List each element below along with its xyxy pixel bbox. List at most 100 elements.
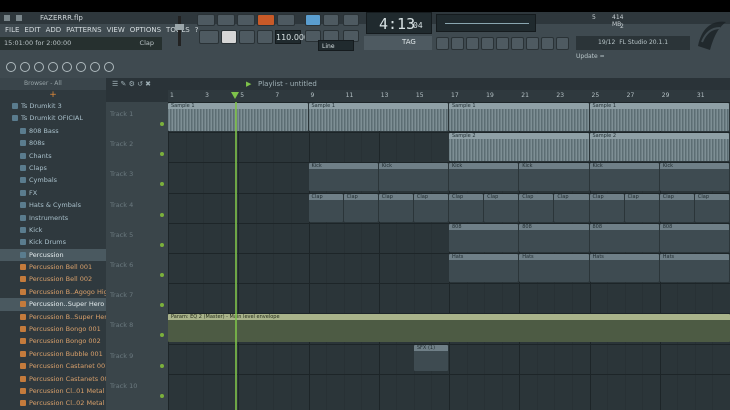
wait-record-button[interactable] <box>257 14 275 26</box>
step-edit-button[interactable] <box>323 14 339 26</box>
pattern-song-toggle[interactable] <box>197 14 215 26</box>
audio-clip[interactable]: Sample 2 <box>449 133 589 162</box>
browser-item[interactable]: Percussion B..Agogo High <box>0 286 106 298</box>
pat-clip[interactable]: Clap <box>343 193 378 222</box>
record-button[interactable] <box>257 30 273 44</box>
audio-clip[interactable]: Sample 1 <box>589 103 729 131</box>
pat-clip[interactable]: Hats <box>449 254 519 282</box>
browser-item[interactable]: Percussion Bongo 001 <box>0 323 106 335</box>
audio-clip[interactable]: Sample 2 <box>589 133 729 162</box>
pat-clip[interactable]: Kick <box>589 163 659 192</box>
touch-keyboard-button[interactable] <box>556 37 569 50</box>
menu-item-file[interactable]: FILE <box>5 26 19 34</box>
browser-button[interactable] <box>496 37 509 50</box>
play-button[interactable] <box>221 30 237 44</box>
disk-recording-button[interactable] <box>541 37 554 50</box>
track-mute-button[interactable] <box>160 182 164 187</box>
track-mute-button[interactable] <box>160 212 164 217</box>
piano-roll-button[interactable] <box>451 37 464 50</box>
loop-record-button[interactable] <box>277 14 295 26</box>
browser-item[interactable]: Instruments <box>0 212 106 224</box>
pat-clip[interactable]: Kick <box>378 163 448 192</box>
browser-item[interactable]: Percussion Cl..01 Metal FX <box>0 385 106 397</box>
pat-clip[interactable]: Clap <box>659 193 694 222</box>
browser-item[interactable]: Percussion Castanets 002 <box>0 373 106 385</box>
menu-item-patterns[interactable]: PATTERNS <box>66 26 101 34</box>
tempo-tapper-button[interactable] <box>526 37 539 50</box>
typing-keyboard-button[interactable] <box>305 14 321 26</box>
tag-field[interactable]: TAG <box>364 36 432 50</box>
browser-item[interactable]: 808s <box>0 137 106 149</box>
pat-clip[interactable]: Hats <box>519 254 589 282</box>
browser-item[interactable]: 808 Bass <box>0 125 106 137</box>
pat-clip[interactable]: 808 <box>659 223 729 252</box>
pat-clip[interactable]: 808 <box>589 223 659 252</box>
pat-clip[interactable]: Clap <box>484 193 519 222</box>
metronome-button[interactable] <box>237 14 255 26</box>
pat-clip[interactable]: Kick <box>659 163 729 192</box>
track-mute-button[interactable] <box>160 393 164 398</box>
browser-item[interactable]: Percussion Bubble 001 <box>0 348 106 360</box>
record-icon[interactable] <box>34 62 44 72</box>
browser-item[interactable]: FX <box>0 187 106 199</box>
menu-item-add[interactable]: ADD <box>46 26 62 34</box>
automation-clip[interactable]: Param: EQ 2 (Master) - Main level envelo… <box>168 314 730 343</box>
snap-selector[interactable]: Line <box>318 40 354 51</box>
audio-clip[interactable]: Sample 1 <box>308 103 448 131</box>
playlist-button[interactable] <box>436 37 449 50</box>
pat-clip[interactable]: Kick <box>308 163 378 192</box>
browser-item[interactable]: Ts Drumkit OFICIAL <box>0 112 106 124</box>
pat-clip[interactable]: Clap <box>413 193 448 222</box>
pat-clip[interactable]: Clap <box>519 193 554 222</box>
browser-item[interactable]: Percussion <box>0 248 106 262</box>
stop-button[interactable] <box>239 30 255 44</box>
track-mute-button[interactable] <box>160 242 164 247</box>
browser-item[interactable]: Claps <box>0 162 106 174</box>
chat-icon[interactable] <box>90 62 100 72</box>
news-panel[interactable]: 19/12 FL Studio 20.1.1 Update = <box>576 36 690 60</box>
pat-clip[interactable]: Clap <box>449 193 484 222</box>
refresh-icon[interactable] <box>76 62 86 72</box>
play-pattern-icon[interactable]: ▶ <box>246 78 251 90</box>
browser-item[interactable]: Percussion Cl..02 Metal FX <box>0 397 106 409</box>
pat-clip[interactable]: 808 <box>449 223 519 252</box>
track-mute-button[interactable] <box>160 273 164 277</box>
record-audio-button[interactable] <box>217 14 235 26</box>
audio-clip[interactable]: Sample 1 <box>168 103 308 131</box>
tempo-display[interactable]: 110.000 <box>275 30 309 44</box>
pat-clip[interactable]: Kick <box>519 163 589 192</box>
pat-clip[interactable]: Clap <box>624 193 659 222</box>
pat-clip[interactable]: Hats <box>659 254 729 282</box>
mixer-button[interactable] <box>343 14 359 26</box>
pat-clip[interactable]: Clap <box>589 193 624 222</box>
track-mute-button[interactable] <box>160 363 164 368</box>
timeline-ruler[interactable]: 1 3 5 7 9 11 13 15 17 19 21 23 25 27 29 31 <box>168 90 730 102</box>
pat-clip[interactable]: Clap <box>694 193 729 222</box>
pat-clip[interactable]: 808 <box>519 223 589 252</box>
browser-item[interactable]: Ts Drumkit 3 <box>0 100 106 112</box>
track-mute-button[interactable] <box>160 122 164 126</box>
mic-icon[interactable] <box>48 62 58 72</box>
pat-clip[interactable]: Clap <box>378 193 413 222</box>
mixer-button[interactable] <box>481 37 494 50</box>
browser-item[interactable]: Percussion B..Super Hero <box>0 311 106 323</box>
audio-clip[interactable]: Sample 1 <box>449 103 589 131</box>
pattern-song-button[interactable] <box>199 30 219 44</box>
collapse-icon[interactable] <box>6 62 16 72</box>
pat-clip[interactable]: Clap <box>554 193 589 222</box>
browser-item[interactable]: Percussion Bongo 002 <box>0 335 106 347</box>
channel-rack-button[interactable] <box>466 37 479 50</box>
pat-clip[interactable]: SFX (1) <box>413 344 448 371</box>
plugin-picker-button[interactable] <box>511 37 524 50</box>
playlist-tools-icons[interactable]: ☰ ✎ ⚙ ↺ ✖ <box>112 78 151 90</box>
settings-icon[interactable] <box>104 62 114 72</box>
track-mute-button[interactable] <box>160 303 164 308</box>
playlist-grid[interactable]: Sample 1 Sample 1 Sample 1 Sample 1 Sample 2… <box>168 102 730 410</box>
track-mute-button[interactable] <box>160 152 164 157</box>
cut-icon[interactable] <box>62 62 72 72</box>
save-icon[interactable] <box>20 62 30 72</box>
browser-item[interactable]: Percussion..Super Hero <box>0 298 106 311</box>
pat-clip[interactable]: Kick <box>449 163 519 192</box>
add-icon[interactable]: + <box>0 90 106 100</box>
master-volume[interactable] <box>172 14 188 48</box>
